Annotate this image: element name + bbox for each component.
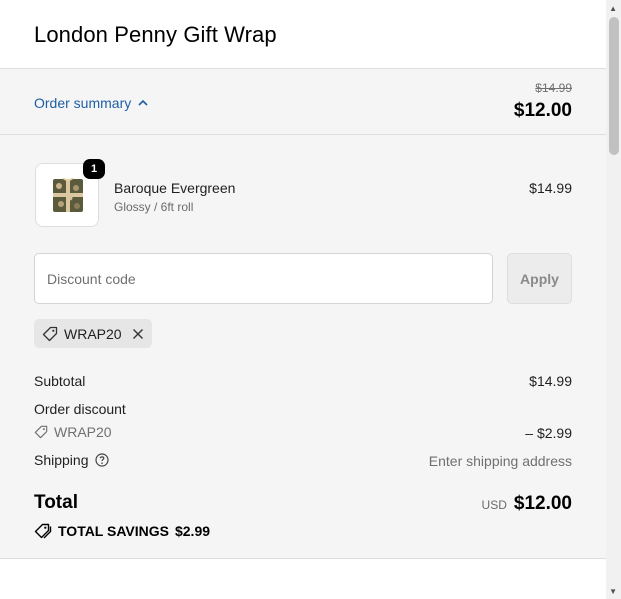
total-savings: TOTAL SAVINGS $2.99 xyxy=(34,523,210,539)
tag-icon xyxy=(34,425,48,439)
total-value: $12.00 xyxy=(513,493,572,514)
order-summary-label: Order summary xyxy=(34,95,132,111)
subtotal-label: Subtotal xyxy=(34,373,86,389)
total-label: Total xyxy=(34,492,78,513)
quantity-badge: 1 xyxy=(83,159,105,179)
shipping-label: Shipping xyxy=(34,452,89,468)
product-variant: Glossy / 6ft roll xyxy=(114,200,194,214)
applied-discount-chip: WRAP20 xyxy=(34,319,152,348)
savings-value: $2.99 xyxy=(174,523,211,539)
total-amount: USD $12.00 xyxy=(482,493,572,515)
savings-label: TOTAL SAVINGS xyxy=(58,523,169,539)
discount-code-line: WRAP20 xyxy=(34,424,112,440)
discount-code-text: WRAP20 xyxy=(54,424,112,440)
product-name: Baroque Evergreen xyxy=(114,180,236,196)
shop-title[interactable]: London Penny Gift Wrap xyxy=(34,22,277,48)
original-price: $14.99 xyxy=(535,81,572,95)
gift-box-icon xyxy=(53,177,83,212)
order-summary-toggle[interactable]: Order summary xyxy=(34,95,149,111)
order-discount-label: Order discount xyxy=(34,401,126,417)
scrollbar[interactable]: ▲ ▼ xyxy=(606,0,621,599)
apply-button[interactable]: Apply xyxy=(507,253,572,304)
summary-price: $12.00 xyxy=(513,100,572,121)
scroll-down-arrow-icon[interactable]: ▼ xyxy=(609,587,617,596)
tag-icon xyxy=(42,326,58,341)
checkout-header: London Penny Gift Wrap xyxy=(0,0,606,69)
chevron-up-icon xyxy=(138,99,148,106)
subtotal-value: $14.99 xyxy=(529,373,572,389)
close-icon xyxy=(132,328,143,339)
discount-value: – $2.99 xyxy=(525,425,572,441)
order-summary-panel: 1 Baroque Evergreen Glossy / 6ft roll $1… xyxy=(0,135,606,559)
applied-discount-code: WRAP20 xyxy=(64,325,122,342)
scroll-up-arrow-icon[interactable]: ▲ xyxy=(609,4,617,13)
remove-discount-button[interactable] xyxy=(132,328,144,340)
shipping-value: Enter shipping address xyxy=(428,453,572,469)
scrollbar-thumb[interactable] xyxy=(609,17,619,155)
product-price: $14.99 xyxy=(529,180,572,196)
discount-code-input[interactable] xyxy=(34,253,493,304)
order-summary-bar[interactable]: Order summary $14.99 $12.00 xyxy=(0,69,606,135)
currency-code: USD xyxy=(481,498,507,512)
shipping-row: Shipping xyxy=(34,452,109,468)
help-icon[interactable] xyxy=(94,453,109,467)
tags-icon xyxy=(34,523,52,539)
